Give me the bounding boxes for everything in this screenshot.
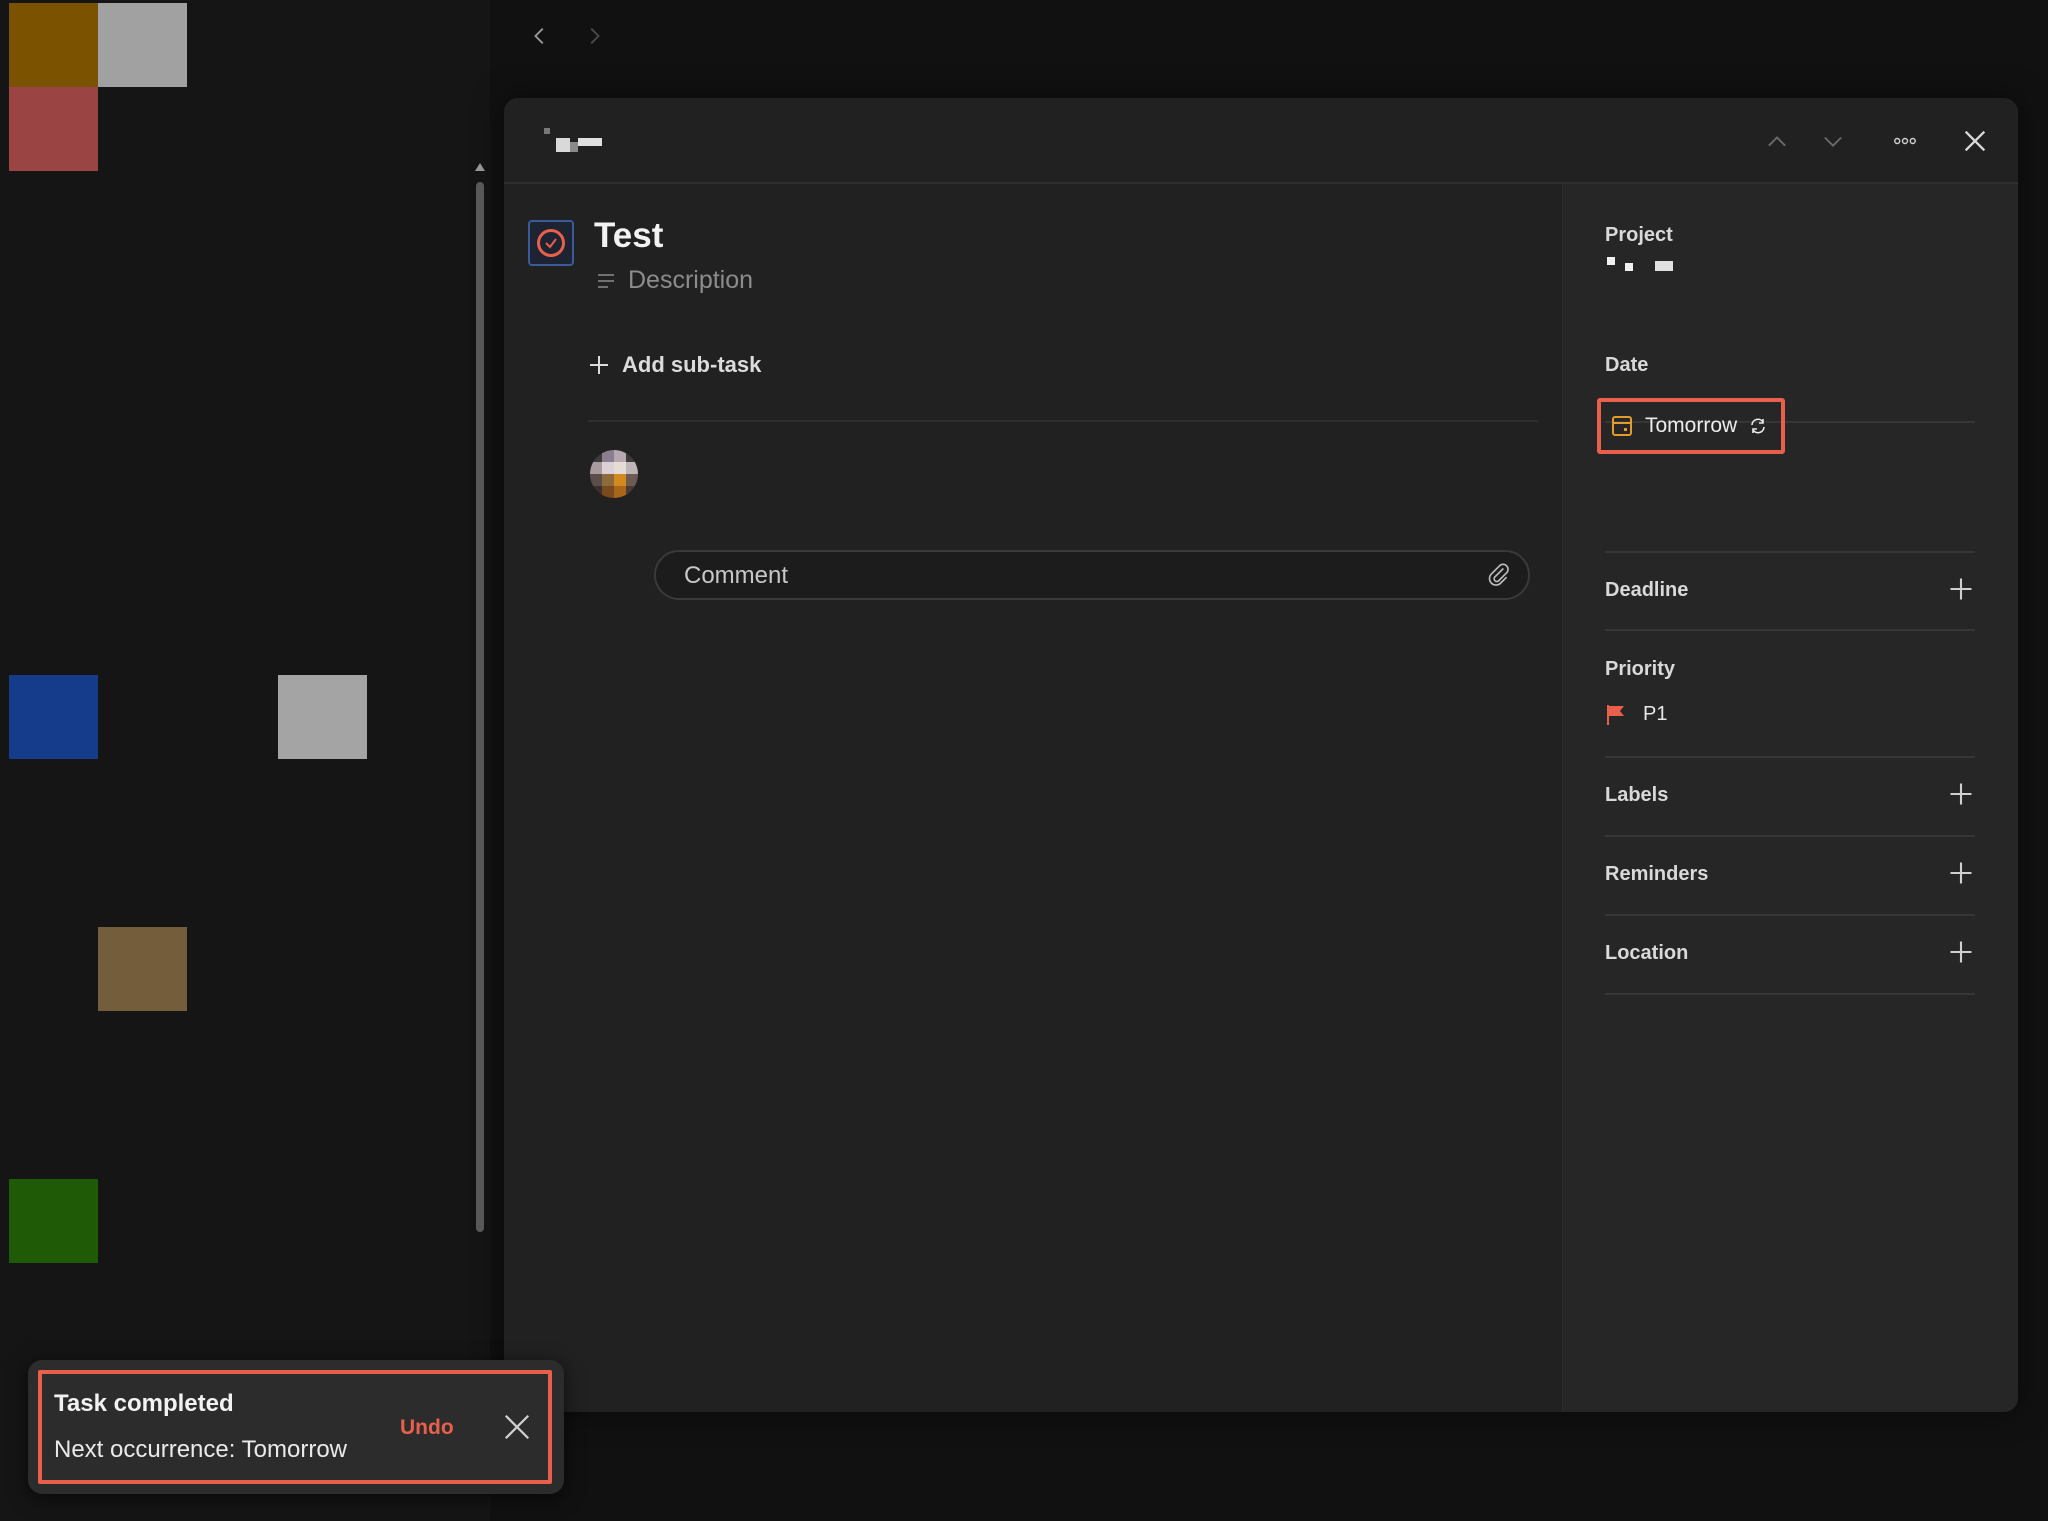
check-circle-icon xyxy=(537,229,565,257)
deadline-label: Deadline xyxy=(1605,579,1689,601)
task-main-area: Test Description Add sub-task xyxy=(504,184,1560,1412)
close-button[interactable] xyxy=(1954,120,1996,162)
checkmark-icon xyxy=(545,238,557,249)
undo-button[interactable]: Undo xyxy=(400,1416,454,1440)
date-label: Date xyxy=(1605,354,1649,376)
priority-value-row: P1 xyxy=(1605,703,1975,726)
task-complete-checkbox[interactable] xyxy=(528,220,574,266)
divider xyxy=(1605,756,1975,758)
project-section[interactable]: Project xyxy=(1605,224,1975,281)
location-section[interactable]: Location xyxy=(1605,941,1975,982)
task-title[interactable]: Test xyxy=(594,216,663,256)
next-task-button[interactable] xyxy=(1812,120,1854,162)
more-options-button[interactable] xyxy=(1884,120,1926,162)
toast-notification: Task completed Next occurrence: Tomorrow… xyxy=(28,1360,564,1494)
background-tile xyxy=(98,3,187,87)
attachment-icon[interactable] xyxy=(1486,562,1512,588)
reminders-section[interactable]: Reminders xyxy=(1605,862,1975,903)
background-tile xyxy=(9,3,98,87)
background-tile xyxy=(9,675,98,759)
priority-value: P1 xyxy=(1643,703,1668,725)
plus-icon xyxy=(590,356,608,374)
panel-header xyxy=(504,98,2018,184)
add-subtask-button[interactable]: Add sub-task xyxy=(588,352,761,378)
breadcrumb[interactable] xyxy=(536,126,606,156)
divider xyxy=(1605,551,1975,553)
background-tile xyxy=(98,927,187,1011)
description-field[interactable]: Description xyxy=(596,266,753,295)
background-tile xyxy=(9,87,98,171)
date-chip[interactable]: Tomorrow xyxy=(1597,398,1785,454)
add-reminder-icon[interactable] xyxy=(1947,859,1975,887)
task-properties-sidebar: Project Date Tomorrow Deadline Priority … xyxy=(1562,184,2018,1412)
divider xyxy=(1605,993,1975,995)
toast-message: Next occurrence: Tomorrow xyxy=(54,1436,347,1463)
task-detail-panel: Test Description Add sub-task Comment Pr… xyxy=(504,98,2018,1412)
breadcrumb-pixel xyxy=(544,128,550,134)
priority-flag-icon xyxy=(1607,704,1624,725)
breadcrumb-pixel xyxy=(570,142,578,152)
date-section: Date xyxy=(1605,354,1975,377)
background-tile xyxy=(9,1179,98,1263)
priority-label: Priority xyxy=(1605,658,1676,680)
chevron-left-icon xyxy=(534,28,544,44)
divider xyxy=(588,420,1538,422)
scroll-up-icon[interactable] xyxy=(475,163,485,171)
breadcrumb-pixel xyxy=(556,138,570,152)
task-list-background xyxy=(0,0,490,1521)
labels-label: Labels xyxy=(1605,784,1669,806)
back-button[interactable] xyxy=(520,16,560,56)
priority-section[interactable]: Priority P1 xyxy=(1605,658,1975,726)
add-label-icon[interactable] xyxy=(1947,780,1975,808)
more-icon xyxy=(1894,137,1916,145)
divider xyxy=(1605,835,1975,837)
close-icon xyxy=(1964,130,1986,152)
location-label: Location xyxy=(1605,942,1689,964)
chevron-down-icon xyxy=(1824,136,1842,147)
reminders-label: Reminders xyxy=(1605,863,1709,885)
divider xyxy=(1605,629,1975,631)
project-label: Project xyxy=(1605,224,1673,246)
toast-highlight-frame xyxy=(38,1370,552,1484)
forward-button[interactable] xyxy=(574,16,614,56)
background-tile xyxy=(278,675,367,759)
breadcrumb-pixel xyxy=(578,138,602,146)
comment-input[interactable] xyxy=(682,552,1466,600)
previous-task-button[interactable] xyxy=(1756,120,1798,162)
add-deadline-icon[interactable] xyxy=(1947,575,1975,603)
repeat-icon xyxy=(1751,418,1765,434)
calendar-icon xyxy=(1612,416,1632,436)
project-value xyxy=(1605,247,1975,281)
labels-section[interactable]: Labels xyxy=(1605,783,1975,824)
deadline-section[interactable]: Deadline xyxy=(1605,578,1975,619)
toast-title: Task completed xyxy=(54,1390,234,1417)
chevron-up-icon xyxy=(1768,136,1786,147)
add-subtask-label: Add sub-task xyxy=(622,352,762,377)
chevron-right-icon xyxy=(590,28,600,44)
date-value: Tomorrow xyxy=(1645,414,1738,437)
scrollbar[interactable] xyxy=(476,182,484,1232)
close-icon[interactable] xyxy=(502,1412,532,1442)
comment-field[interactable] xyxy=(654,550,1530,600)
description-icon xyxy=(598,273,614,288)
divider xyxy=(1605,914,1975,916)
add-location-icon[interactable] xyxy=(1947,938,1975,966)
avatar xyxy=(590,450,638,498)
description-placeholder: Description xyxy=(628,266,754,294)
